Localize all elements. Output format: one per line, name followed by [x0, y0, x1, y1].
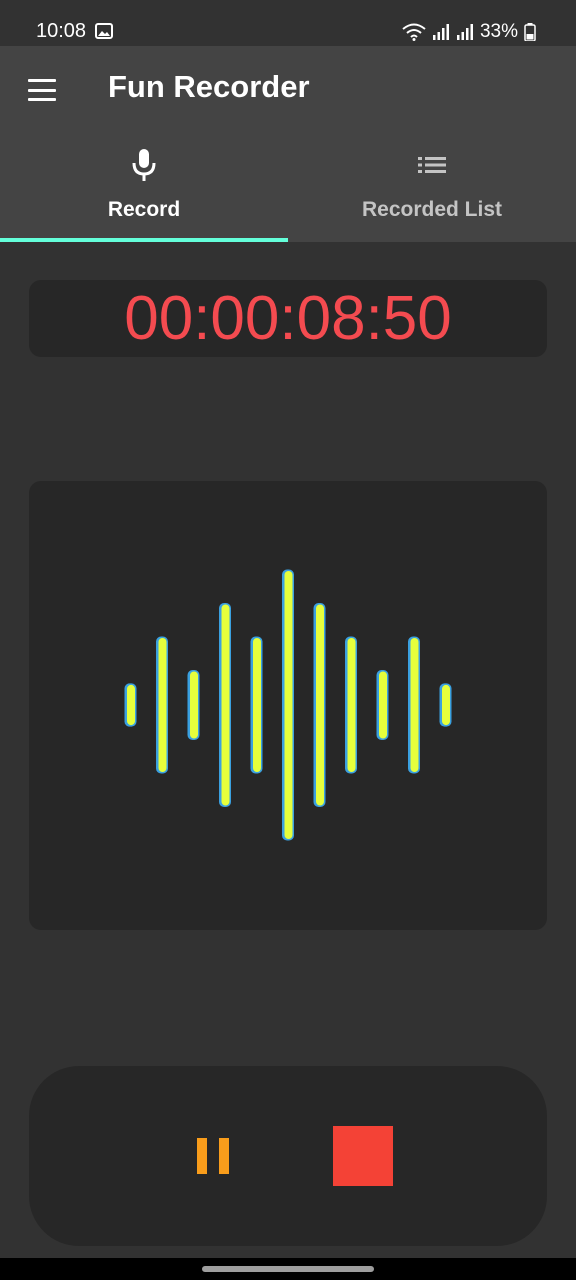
mic-icon: [132, 149, 156, 181]
waveform-bar: [221, 604, 230, 806]
menu-icon[interactable]: [28, 79, 56, 101]
signal-icon: [456, 24, 473, 40]
waveform-bar: [442, 684, 450, 726]
app-bar: Fun Recorder Record Recorded List: [0, 46, 576, 242]
pause-icon: [197, 1138, 207, 1174]
home-handle[interactable]: [202, 1266, 374, 1272]
waveform-bar: [316, 604, 324, 806]
tab-record[interactable]: Record: [0, 140, 288, 240]
waveform: [124, 569, 452, 841]
controls-card: [29, 1066, 547, 1246]
status-icons: 33%: [402, 21, 536, 43]
battery-icon: [524, 23, 536, 41]
tab-recorded-list-label: Recorded List: [361, 198, 503, 221]
tab-recorded-list[interactable]: Recorded List: [288, 140, 576, 240]
waveform-bar: [347, 638, 356, 772]
navigation-bar: [0, 1258, 576, 1280]
recording-timer: 00:00:08:50: [124, 284, 452, 353]
battery-percent: 33%: [479, 21, 518, 42]
app-title: Fun Recorder: [108, 69, 310, 104]
waveform-bar: [284, 571, 293, 839]
signal-icon: [432, 24, 449, 40]
list-icon: [418, 157, 446, 173]
waveform-bar: [410, 638, 419, 772]
status-bar: 10:08 33%: [0, 0, 576, 46]
tab-indicator: [0, 238, 288, 242]
waveform-bar: [190, 671, 198, 739]
stop-button[interactable]: [333, 1126, 393, 1186]
wifi-icon: [402, 23, 426, 41]
timer-card: 00:00:08:50: [29, 280, 547, 357]
pause-button[interactable]: [197, 1138, 229, 1174]
image-icon: [95, 23, 113, 39]
waveform-bar: [379, 671, 387, 739]
waveform-card: [29, 481, 547, 930]
tab-record-label: Record: [107, 198, 181, 221]
waveform-bar: [253, 638, 261, 772]
status-time: 10:08: [36, 20, 87, 42]
waveform-bar: [158, 638, 167, 772]
waveform-bar: [127, 684, 135, 726]
